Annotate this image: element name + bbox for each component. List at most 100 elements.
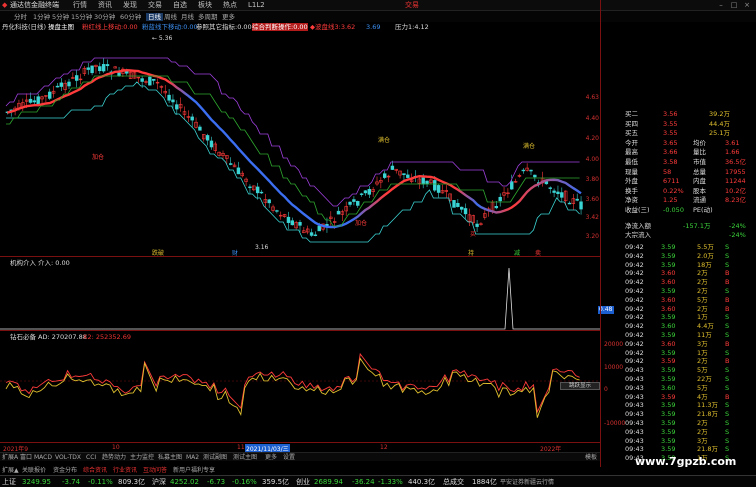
btab-12[interactable]: 设置 xyxy=(283,454,295,461)
trade-price: 3.60 xyxy=(661,304,676,313)
ob-label: 买四 xyxy=(625,119,638,128)
trade-time: 09:42 xyxy=(625,260,644,269)
ob-value: 36.5亿 xyxy=(725,158,746,166)
menu-bk[interactable]: 板块 xyxy=(198,1,212,10)
btab-11[interactable]: 更多 xyxy=(265,454,277,461)
aux-0[interactable]: 扩展▲ xyxy=(2,465,19,474)
tab-week[interactable]: 周线 xyxy=(164,13,177,21)
menu-zx[interactable]: 资讯 xyxy=(98,1,112,10)
candle-body xyxy=(367,189,371,195)
tab-fenshi[interactable]: 分时 xyxy=(14,13,27,21)
trade-side: S xyxy=(725,243,730,251)
trade-time: 09:43 xyxy=(625,392,644,401)
btab-0[interactable]: 扩展A xyxy=(2,454,18,461)
status-2-label[interactable]: 创业 xyxy=(296,478,310,487)
status-right: 平安证券新疆云行情 xyxy=(500,479,555,486)
btab-9[interactable]: 测试副图 xyxy=(203,454,227,461)
candle-body xyxy=(352,199,356,202)
menu-l1l2[interactable]: L1L2 xyxy=(248,1,265,10)
candle-body xyxy=(198,126,202,131)
candle-body xyxy=(421,177,425,185)
candle-body xyxy=(336,210,341,215)
status-1-label[interactable]: 沪深 xyxy=(152,478,166,487)
sub-chart-diamond[interactable]: 钻石必备 AD: 270207.88 X2: 252352.69 跳跃显示 20… xyxy=(0,332,625,442)
status-bar: 上证 3249.95 -3.74 -0.11% 809.3亿 沪深 4252.0… xyxy=(0,475,756,487)
tab-15min[interactable]: 15分钟 xyxy=(71,13,92,21)
sub-chart-institution[interactable]: 机构介入 介入: 0.00 0.48 xyxy=(0,258,614,331)
ob-label: 最低 xyxy=(625,158,638,166)
tab-multi[interactable]: 多周期 xyxy=(198,13,218,21)
status-2-pct: -1.33% xyxy=(378,478,403,486)
aux-1[interactable]: 关联报价 xyxy=(22,465,46,474)
trade-row: 09:42 3.60 2万 B xyxy=(625,305,755,314)
ob-price: 3.65 xyxy=(663,138,678,147)
trade-button[interactable]: 交易 xyxy=(405,1,419,10)
menu-zx2[interactable]: 自选 xyxy=(173,1,187,10)
tab-day[interactable]: 日线 xyxy=(146,13,163,21)
btab-10[interactable]: 测试主图 xyxy=(233,454,257,461)
menu-hq[interactable]: 行情 xyxy=(73,1,87,10)
candlestick-chart: ← 5.36加仓加仓买满仓满仓3.16跌破财持减卖 xyxy=(5,35,583,257)
trade-side: S xyxy=(725,436,730,445)
aux-2[interactable]: 资金分布 xyxy=(53,465,77,474)
sub2-popup[interactable]: 跳跃显示 xyxy=(560,382,600,390)
tab-1min[interactable]: 1分钟 xyxy=(33,13,50,21)
aux-3[interactable]: 综合资讯 xyxy=(83,465,107,474)
ob-vol: PE(动) xyxy=(693,206,713,214)
ob-value: 10.2亿 xyxy=(725,186,746,195)
trade-side: S xyxy=(725,445,730,454)
aux-4[interactable]: 行业资讯 xyxy=(113,465,137,474)
btab-6[interactable]: 主力监控 xyxy=(130,454,154,461)
trade-row: 09:43 3.59 3万 S xyxy=(625,437,755,446)
high-price-label: ← 5.36 xyxy=(152,35,172,42)
menu-fx[interactable]: 发现 xyxy=(123,1,137,10)
status-3-label[interactable]: 总成交 xyxy=(443,478,464,487)
btab-8[interactable]: MA2 xyxy=(186,454,199,461)
ob-value: 1.66 xyxy=(725,148,740,157)
trade-price: 3.59 xyxy=(661,357,676,366)
status-3-val: 1884亿 xyxy=(472,478,497,486)
btab-13[interactable]: 模板 xyxy=(585,454,597,461)
x-label-2: 11 xyxy=(237,444,245,451)
menu-rd[interactable]: 热点 xyxy=(223,1,237,10)
order-book-row: 买四 3.55 44.4万 xyxy=(625,120,755,129)
trade-vol: 1万 xyxy=(697,348,708,357)
status-0-label[interactable]: 上证 xyxy=(2,478,16,487)
candle-body xyxy=(556,191,560,195)
trade-side: S xyxy=(725,331,730,339)
candle-body xyxy=(175,104,179,110)
tab-5min[interactable]: 5分钟 xyxy=(52,13,69,21)
main-kline-chart[interactable]: 丹化科技(日线) 操盘主图 粉红线上移动:0.00 粉蓝线下移动:0.00 参照… xyxy=(0,22,600,257)
trade-side: S xyxy=(725,410,730,419)
tab-month[interactable]: 月线 xyxy=(181,13,194,21)
flow-label-0: 净流入额 xyxy=(625,222,651,230)
btab-7[interactable]: 私募主图 xyxy=(158,454,182,461)
tab-more[interactable]: 更多 xyxy=(222,13,235,21)
btab-5[interactable]: 趋势动力 xyxy=(102,454,126,461)
btab-2[interactable]: MACD xyxy=(34,454,52,461)
trade-price: 3.60 xyxy=(661,383,676,392)
menu-jy[interactable]: 交易 xyxy=(148,1,162,10)
btab-3[interactable]: VOL-TDX xyxy=(55,454,81,461)
trade-row: 09:43 3.59 21.8万 S xyxy=(625,445,755,454)
aux-5[interactable]: 互动问答 xyxy=(143,465,167,474)
candle-body xyxy=(75,75,79,81)
btab-1[interactable]: 富口 xyxy=(20,454,32,461)
btab-4[interactable]: CCI xyxy=(86,454,96,461)
aux-6[interactable]: 新用户福利专享 xyxy=(173,465,215,474)
trade-row: 09:42 3.59 11万 S xyxy=(625,331,755,340)
candle-body xyxy=(229,163,233,165)
candle-body xyxy=(67,81,71,87)
trade-time: 09:42 xyxy=(625,357,644,366)
trade-price: 3.59 xyxy=(661,401,676,410)
status-1-pct: -0.16% xyxy=(232,478,257,486)
trade-price: 3.59 xyxy=(661,260,676,269)
trade-price: 3.59 xyxy=(661,445,676,454)
tab-60min[interactable]: 60分钟 xyxy=(120,13,141,21)
trade-row: 09:42 3.60 2万 B xyxy=(625,278,755,287)
ob-vol: 均价 xyxy=(693,138,706,147)
trade-vol: 11万 xyxy=(697,331,712,339)
tab-30min[interactable]: 30分钟 xyxy=(94,13,115,21)
candle-body xyxy=(86,67,90,70)
trade-vol: 2万 xyxy=(697,357,708,366)
